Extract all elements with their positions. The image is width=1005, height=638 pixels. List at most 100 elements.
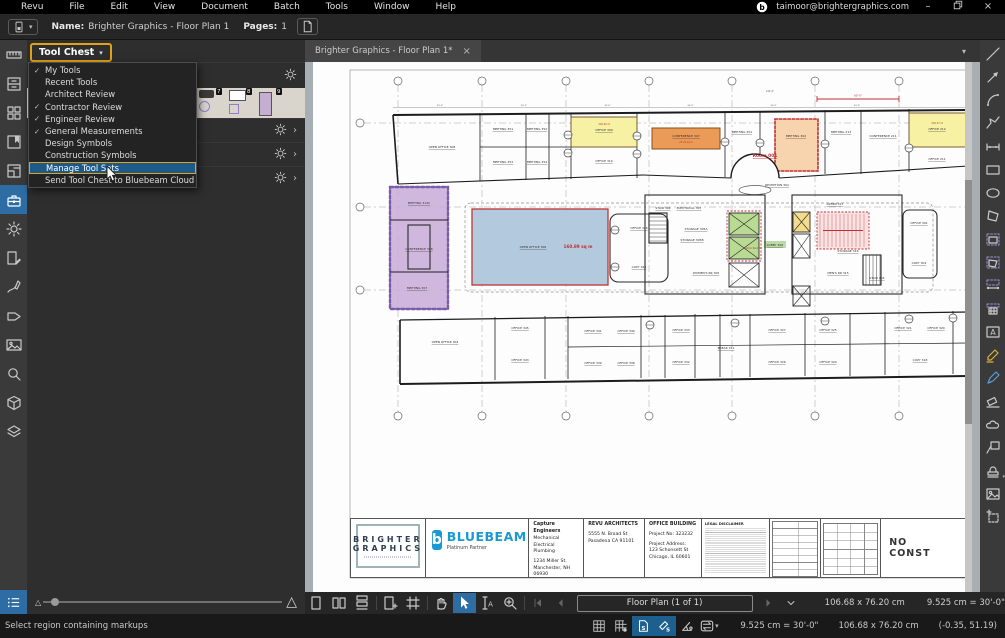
tab-list-chevron-icon[interactable]: ▾ <box>962 47 980 56</box>
select-text-button[interactable]: A <box>476 593 499 613</box>
icon-size-slider[interactable] <box>43 601 282 603</box>
menu-tools[interactable]: Tools <box>313 2 361 12</box>
status-reuse-toggle[interactable]: ▾ <box>698 616 720 636</box>
tool-highlighter-button[interactable] <box>980 343 1005 366</box>
tool-snapshot-button[interactable] <box>980 506 1005 529</box>
panel-tab-search-icon[interactable] <box>0 359 27 388</box>
create-pdf-button[interactable] <box>297 18 318 35</box>
insert-page-button[interactable] <box>379 593 402 613</box>
tool-chest-item[interactable]: 7 <box>199 90 219 116</box>
tool-sketch-rectangle-button[interactable] <box>980 228 1005 251</box>
status-angle-toggle[interactable] <box>676 616 698 636</box>
menu-item-construction-symbols[interactable]: Construction Symbols <box>29 149 196 161</box>
panel-tab-markups-list-icon[interactable] <box>0 243 27 272</box>
tool-rectangle-button[interactable] <box>980 158 1005 181</box>
restore-button[interactable] <box>947 0 969 14</box>
menu-item-general-measurements[interactable]: ✓General Measurements <box>29 125 196 137</box>
gear-icon[interactable] <box>284 66 297 85</box>
tool-image-button[interactable] <box>980 483 1005 506</box>
menu-item-contractor-review[interactable]: ✓Contractor Review <box>29 101 196 113</box>
tool-pen-button[interactable] <box>980 367 1005 390</box>
document-canvas[interactable]: 30'-0"30'-0"30'-0"30'-0"30'-0"30'-0"210'… <box>305 62 980 592</box>
menu-file[interactable]: File <box>56 2 97 12</box>
tool-line-button[interactable] <box>980 42 1005 65</box>
previous-page-button[interactable] <box>550 593 573 613</box>
status-grid-toggle[interactable] <box>588 616 610 636</box>
panel-tab-drawer-icon[interactable] <box>0 69 27 98</box>
account-email[interactable]: taimoor@brightergraphics.com <box>776 2 909 12</box>
menu-window[interactable]: Window <box>361 2 423 12</box>
tool-stamp-button[interactable]: ▾ <box>980 459 1005 482</box>
menu-item-architect-review[interactable]: Architect Review <box>29 88 196 100</box>
status-snap-markup-toggle[interactable]: S <box>654 616 676 636</box>
file-menu-button[interactable]: ▾ <box>8 19 38 35</box>
markups-list-toggle-button[interactable] <box>0 590 27 614</box>
menu-item-design-symbols[interactable]: Design Symbols <box>29 137 196 149</box>
panel-tab-sets-icon[interactable] <box>0 417 27 446</box>
continuous-button[interactable] <box>351 593 374 613</box>
panel-tab-signature-icon[interactable] <box>0 272 27 301</box>
chevron-right-icon[interactable]: › <box>293 149 297 160</box>
chevron-right-icon[interactable]: › <box>293 173 297 184</box>
pan-button[interactable] <box>430 593 453 613</box>
first-page-button[interactable] <box>527 593 550 613</box>
single-page-button[interactable] <box>305 593 328 613</box>
panel-tab-media-icon[interactable] <box>0 330 27 359</box>
crop-page-button[interactable] <box>402 593 425 613</box>
slider-knob[interactable] <box>51 598 59 606</box>
page-menu-chevron-icon[interactable] <box>780 593 803 613</box>
menu-item-my-tools[interactable]: ✓My Tools <box>29 64 196 76</box>
menu-batch[interactable]: Batch <box>261 2 313 12</box>
svg-text:MEETING 352: MEETING 352 <box>527 127 547 131</box>
tool-callout-button[interactable] <box>980 436 1005 459</box>
gear-icon[interactable] <box>274 121 287 140</box>
tool-arrow-button[interactable] <box>980 65 1005 88</box>
menu-revu[interactable]: Revu <box>8 2 56 12</box>
panel-tab-bookmark-icon[interactable] <box>0 127 27 156</box>
chevron-right-icon[interactable]: › <box>293 125 297 136</box>
menu-view[interactable]: View <box>141 2 188 12</box>
tab-close-icon[interactable]: × <box>463 46 471 57</box>
tool-ellipse-button[interactable] <box>980 181 1005 204</box>
tool-polyline-button[interactable] <box>980 112 1005 135</box>
menu-item-engineer-review[interactable]: ✓Engineer Review <box>29 113 196 125</box>
next-page-button[interactable] <box>757 593 780 613</box>
tool-chest-item[interactable]: 8 <box>229 90 249 116</box>
status-snap-content-toggle[interactable]: S <box>632 616 654 636</box>
menu-item-recent-tools[interactable]: Recent Tools <box>29 76 196 88</box>
status-scale[interactable]: 9.525 cm = 30'-0" <box>740 621 818 631</box>
close-button[interactable]: × <box>977 1 999 13</box>
tool-length-button[interactable] <box>980 135 1005 158</box>
tool-sketch-polygon-button[interactable] <box>980 251 1005 274</box>
page-indicator[interactable]: Floor Plan (1 of 1) <box>577 595 753 612</box>
panel-tab-thumbnails-icon[interactable] <box>0 98 27 127</box>
panel-tab-tag-icon[interactable] <box>0 301 27 330</box>
menu-document[interactable]: Document <box>188 2 261 12</box>
tool-chest-item[interactable]: 9 <box>259 90 279 116</box>
side-by-side-button[interactable] <box>328 593 351 613</box>
tool-sketch-area-button[interactable] <box>980 297 1005 320</box>
menu-help[interactable]: Help <box>422 2 469 12</box>
panel-tab-tool-chest-icon[interactable] <box>0 185 27 214</box>
status-snap-grid-toggle[interactable] <box>610 616 632 636</box>
tool-eraser-button[interactable] <box>980 390 1005 413</box>
scrollbar-thumb[interactable] <box>965 180 972 424</box>
panel-tab-ruler-icon[interactable] <box>0 40 27 69</box>
zoom-button[interactable] <box>499 593 522 613</box>
vertical-scrollbar[interactable] <box>965 62 972 592</box>
tool-cloud-button[interactable] <box>980 413 1005 436</box>
select-button[interactable] <box>453 593 476 613</box>
gear-icon[interactable] <box>274 169 287 188</box>
tool-text-box-button[interactable]: A <box>980 320 1005 343</box>
panel-tab-spaces-icon[interactable] <box>0 156 27 185</box>
tool-polygon-button[interactable] <box>980 204 1005 227</box>
menu-edit[interactable]: Edit <box>97 2 140 12</box>
document-tab[interactable]: Brighter Graphics - Floor Plan 1* × <box>305 40 481 62</box>
tool-arc-button[interactable] <box>980 88 1005 111</box>
minimize-button[interactable]: – <box>917 1 939 13</box>
panel-tab-model-icon[interactable] <box>0 388 27 417</box>
tool-chest-dropdown-button[interactable]: Tool Chest ▾ <box>30 43 112 62</box>
gear-icon[interactable] <box>274 145 287 164</box>
panel-tab-properties-icon[interactable] <box>0 214 27 243</box>
tool-sketch-length-button[interactable] <box>980 274 1005 297</box>
